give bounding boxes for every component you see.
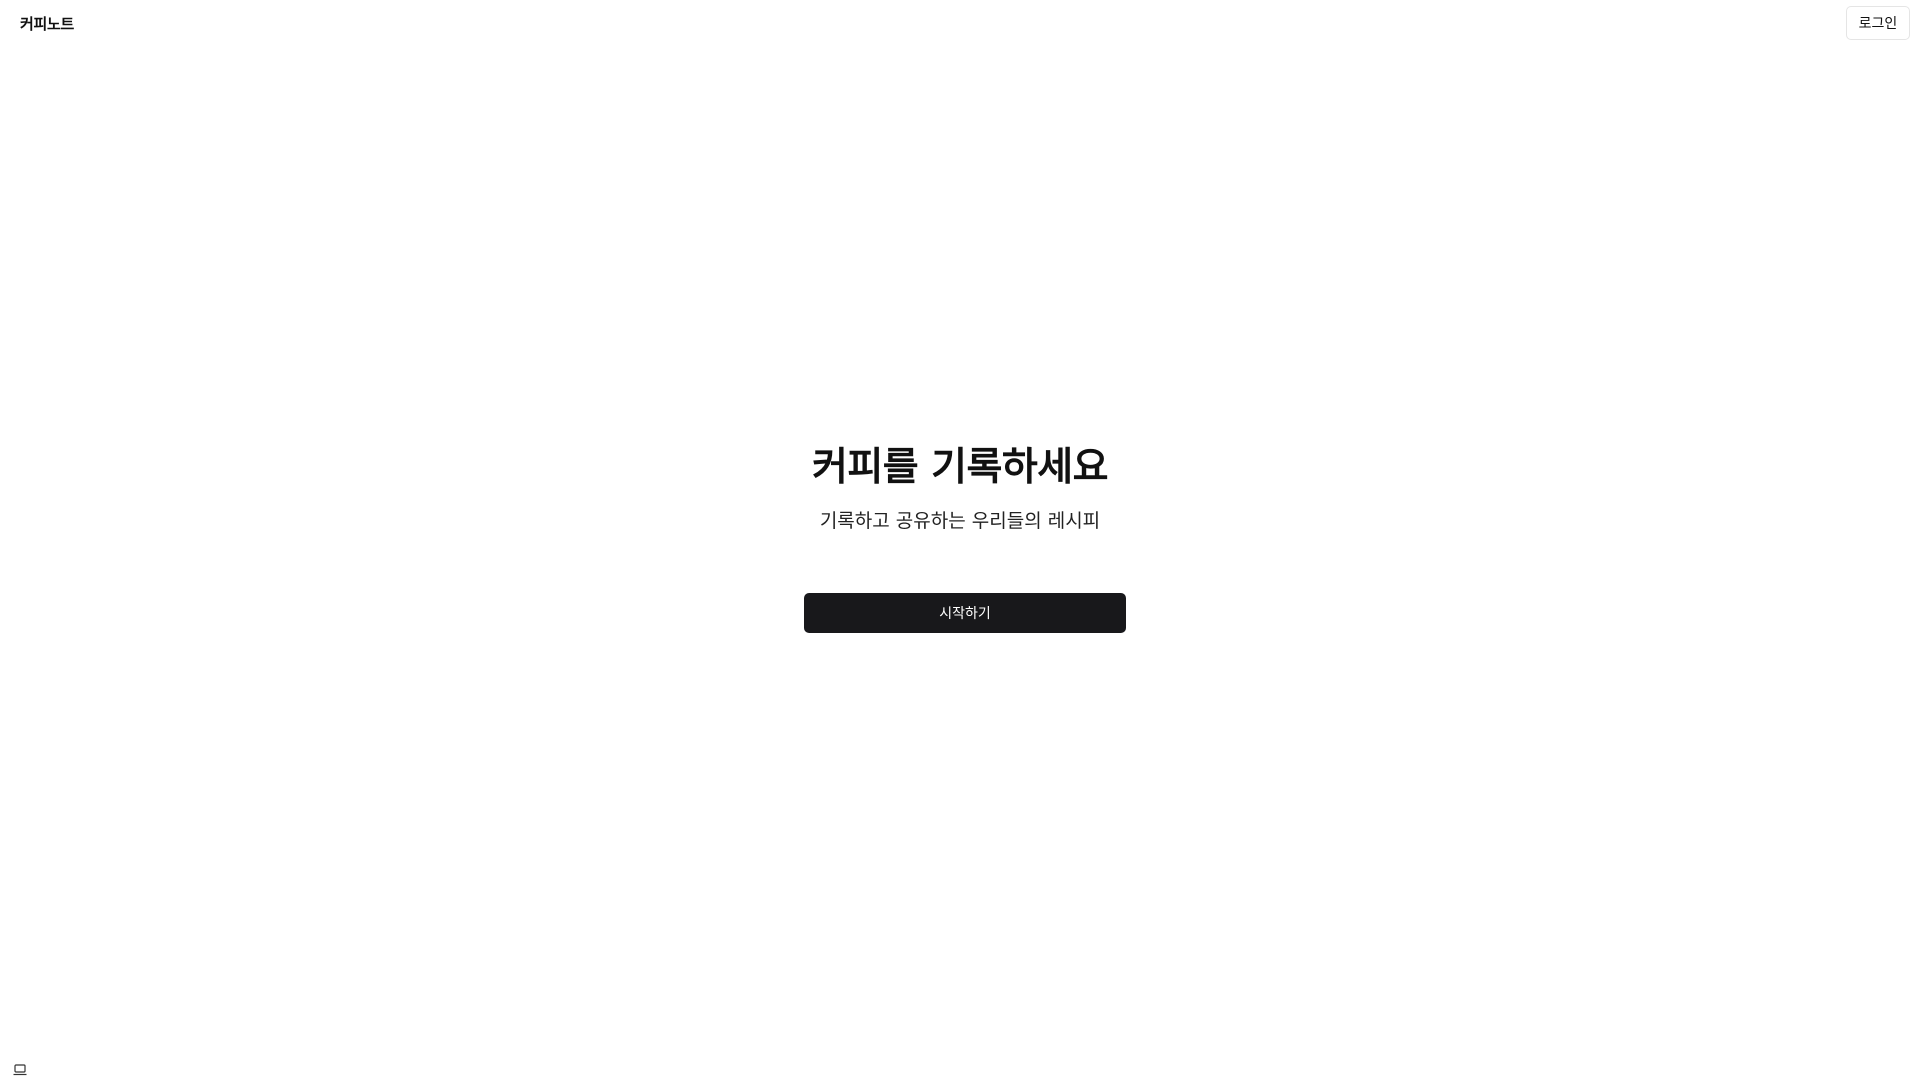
top-bar: 커피노트 로그인: [0, 0, 1920, 48]
hero-title: 커피를 기록하세요: [811, 445, 1109, 490]
laptop-icon[interactable]: [13, 1061, 27, 1076]
landing-page: 커피노트 로그인 커피를 기록하세요 기록하고 공유하는 우리들의 레시피 시작…: [0, 0, 1920, 1080]
hero-section: 커피를 기록하세요 기록하고 공유하는 우리들의 레시피: [0, 440, 1920, 536]
brand-logo[interactable]: 커피노트: [20, 13, 74, 34]
login-button[interactable]: 로그인: [1846, 6, 1910, 40]
hero-subtitle: 기록하고 공유하는 우리들의 레시피: [819, 510, 1101, 532]
start-button[interactable]: 시작하기: [804, 593, 1126, 633]
laptop-icon-graphic: [13, 1064, 27, 1076]
